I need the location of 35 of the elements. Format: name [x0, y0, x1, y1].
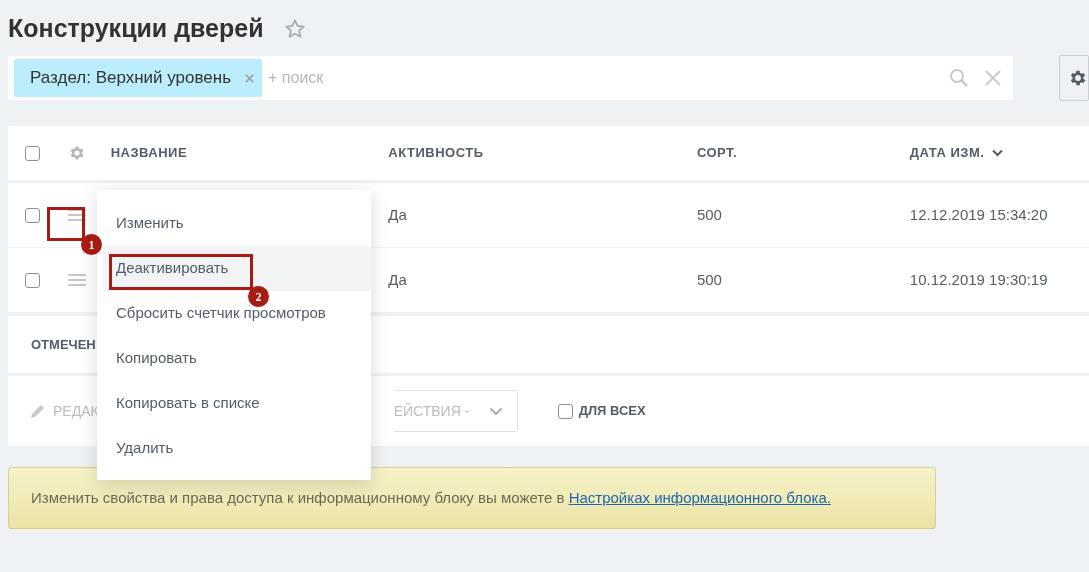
selection-label: ОТМЕЧЕН — [31, 335, 96, 354]
search-field[interactable]: Раздел: Верхний уровень + поиск — [8, 56, 1014, 100]
column-header[interactable]: АКТИВНОСТЬ — [388, 143, 697, 163]
table-cell: 500 — [696, 271, 722, 288]
chip-label: Раздел: Верхний уровень — [30, 67, 232, 90]
settings-link[interactable]: Настройках информационного блока. — [568, 488, 831, 506]
remove-icon[interactable] — [245, 73, 255, 83]
table-cell: 10.12.2019 19:30:19 — [909, 271, 1048, 288]
checkbox[interactable] — [25, 272, 40, 288]
table-cell: Да — [388, 206, 407, 223]
menu-item[interactable]: Деактивировать — [103, 246, 371, 291]
chevron-down-icon — [488, 406, 503, 416]
checkbox[interactable] — [557, 403, 573, 419]
filter-chip[interactable]: Раздел: Верхний уровень — [14, 59, 263, 97]
search-icon[interactable] — [949, 68, 970, 88]
menu-icon[interactable] — [67, 208, 86, 222]
highlight-frame — [47, 207, 85, 241]
settings-icon[interactable] — [1068, 68, 1088, 88]
checkbox[interactable] — [25, 145, 40, 161]
column-header[interactable]: НАЗВАНИЕ — [110, 143, 389, 163]
pencil-icon — [29, 402, 47, 420]
settings-button[interactable] — [1059, 55, 1089, 101]
column-header[interactable]: ДАТА ИЗМ. — [909, 143, 1089, 163]
star-icon[interactable] — [283, 18, 306, 40]
table-cell: 500 — [696, 206, 722, 223]
chevron-down-icon[interactable] — [992, 149, 1004, 157]
close-icon[interactable] — [985, 70, 1002, 86]
table-cell: 12.12.2019 15:34:20 — [909, 206, 1048, 223]
for-all-label: ДЛЯ ВСЕХ — [578, 402, 646, 421]
search-placeholder: + поиск — [268, 68, 325, 88]
table-cell: Да — [388, 271, 407, 288]
info-text: Изменить свойства и права доступа к информационному блоку вы можете в Настройках информационного блока. — [31, 487, 831, 508]
checkbox[interactable] — [25, 207, 40, 223]
page-title: Конструкции дверей — [8, 13, 264, 45]
column-header[interactable]: СОРТ. — [696, 143, 910, 163]
